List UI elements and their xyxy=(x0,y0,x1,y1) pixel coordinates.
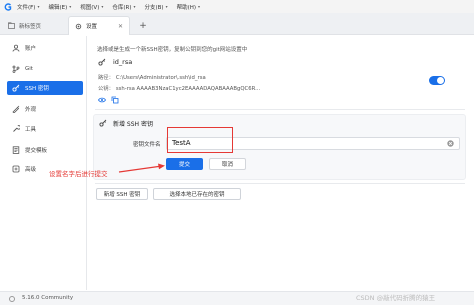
menu-edit[interactable]: 编辑(E) ▾ xyxy=(48,3,71,11)
watermark: CSDN @敲代码折腾的猿王 xyxy=(356,294,436,302)
menu-branch[interactable]: 分支(B) ▾ xyxy=(145,3,168,11)
sidebar-item-label: 提交模板 xyxy=(25,148,48,154)
status-indicator-icon xyxy=(9,296,15,302)
tab-new-tab[interactable]: 新标签页 xyxy=(0,16,66,35)
sidebar-item-commit-template[interactable]: 提交模板 xyxy=(7,143,83,157)
key-filename-label: 密钥文件名 xyxy=(133,142,161,148)
sidebar-item-label: Git xyxy=(25,66,33,72)
chevron-down-icon: ▾ xyxy=(198,4,201,9)
cancel-button[interactable]: 取消 xyxy=(209,158,246,170)
chevron-down-icon: ▾ xyxy=(133,4,136,9)
close-icon[interactable]: ✕ xyxy=(118,23,123,30)
appearance-icon xyxy=(12,105,20,114)
tab-bar: 新标签页 设置 ✕ + xyxy=(0,13,474,35)
menu-file[interactable]: 文件(F) ▾ xyxy=(17,3,39,11)
gear-icon xyxy=(75,23,82,30)
annotation-arrow xyxy=(118,163,165,173)
sidebar-item-ssh-keys[interactable]: SSH 密钥 xyxy=(7,81,83,95)
tools-icon xyxy=(12,125,21,133)
account-icon xyxy=(12,44,20,52)
divider xyxy=(95,109,465,110)
tab-settings-label: 设置 xyxy=(86,24,98,30)
chevron-down-icon: ▾ xyxy=(101,4,104,9)
template-icon xyxy=(12,146,20,154)
menu-bar: 文件(F) ▾ 编辑(E) ▾ 视图(V) ▾ 仓库(R) ▾ 分支(B) ▾ 帮助(H)… xyxy=(0,0,474,13)
ssh-key-path-row: 路径： C:\Users\Administrator\.ssh\id_rsa xyxy=(98,73,206,81)
menu-help[interactable]: 帮助(H) ▾ xyxy=(177,3,200,11)
divider xyxy=(95,183,465,184)
submit-button[interactable]: 提交 xyxy=(166,158,203,170)
menu-edit-label: 编辑(E) xyxy=(48,4,68,11)
menu-file-label: 文件(F) xyxy=(17,4,36,11)
new-ssh-key-button[interactable]: 新增 SSH 密钥 xyxy=(96,188,148,200)
git-icon xyxy=(12,65,20,73)
sidebar-item-account[interactable]: 账户 xyxy=(7,41,83,55)
tab-settings[interactable]: 设置 ✕ xyxy=(68,16,130,35)
ssh-key-pubkey: ssh-rsa AAAAB3NzaC1yc2EAAAADAQABAAABgQC6… xyxy=(115,86,261,92)
app-logo-icon xyxy=(4,2,12,11)
chevron-down-icon: ▾ xyxy=(165,4,168,9)
sidebar-item-label: 工具 xyxy=(25,127,37,133)
ssh-key-enabled-toggle[interactable] xyxy=(429,76,445,85)
pubkey-label: 公钥： xyxy=(98,86,114,92)
clear-input-icon[interactable] xyxy=(447,140,454,147)
path-label: 路径： xyxy=(98,75,114,81)
ssh-key-path: C:\Users\Administrator\.ssh\id_rsa xyxy=(115,75,206,81)
annotation-highlight-box xyxy=(167,127,233,153)
chevron-down-icon: ▾ xyxy=(69,4,72,9)
menu-view-label: 视图(V) xyxy=(80,4,100,11)
version-label: 5.16.0 Community xyxy=(22,295,74,301)
sidebar-item-label: 账户 xyxy=(25,46,37,52)
annotation-text: 设置名字后进行提交 xyxy=(49,170,108,178)
tab-new-tab-label: 新标签页 xyxy=(19,23,42,30)
ssh-key-name: id_rsa xyxy=(113,58,133,66)
copy-icon[interactable] xyxy=(111,96,119,104)
key-icon xyxy=(12,84,20,92)
menu-help-label: 帮助(H) xyxy=(176,4,197,11)
ssh-key-pubkey-row: 公钥： ssh-rsa AAAAB3NzaC1yc2EAAAADAQABAAABg… xyxy=(98,84,260,92)
ssh-intro-text: 选择或是生成一个新SSH密钥，复制公钥到您的git网站设置中 xyxy=(97,47,248,53)
menu-repository[interactable]: 仓库(R) ▾ xyxy=(112,3,135,11)
folder-icon xyxy=(8,22,15,29)
sidebar-item-tools[interactable]: 工具 xyxy=(7,122,83,136)
sidebar-item-label: 外观 xyxy=(25,107,37,113)
add-tab-button[interactable]: + xyxy=(138,21,148,31)
key-icon xyxy=(99,119,107,127)
eye-icon[interactable] xyxy=(98,96,106,104)
sidebar-item-label: SSH 密钥 xyxy=(25,86,49,92)
sidebar-item-git[interactable]: Git xyxy=(7,62,83,76)
key-icon xyxy=(98,58,106,66)
sidebar-item-label: 高级 xyxy=(25,167,37,173)
toggle-knob xyxy=(437,77,444,84)
menu-view[interactable]: 视图(V) ▾ xyxy=(80,3,103,11)
chevron-down-icon: ▾ xyxy=(37,4,40,9)
menu-branch-label: 分支(B) xyxy=(144,4,164,11)
select-local-key-button[interactable]: 选择本地已存在的密钥 xyxy=(153,188,241,200)
sidebar-item-appearance[interactable]: 外观 xyxy=(7,102,83,116)
menu-repository-label: 仓库(R) xyxy=(112,4,132,11)
advanced-icon xyxy=(12,165,20,173)
new-ssh-key-title: 新增 SSH 密钥 xyxy=(113,121,153,128)
